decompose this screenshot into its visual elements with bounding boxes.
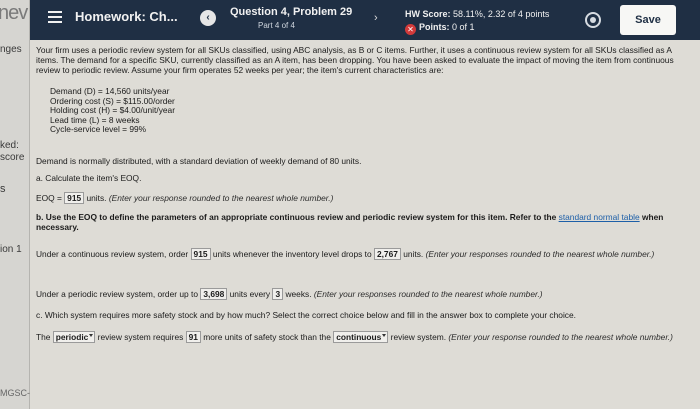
question-content: Your firm uses a periodic review system …: [30, 40, 700, 409]
per-target-input[interactable]: 3,698: [200, 288, 228, 300]
part-b-text: b. Use the EOQ to define the parameters …: [36, 212, 557, 222]
gear-icon[interactable]: [585, 12, 601, 28]
per-text: Under a periodic review system, order up…: [36, 289, 198, 299]
safety-stock-diff-input[interactable]: 91: [185, 331, 201, 343]
x-circle-icon: ✕: [405, 24, 416, 35]
save-button[interactable]: Save: [620, 5, 676, 35]
per-text-post: weeks.: [285, 289, 312, 299]
per-hint: (Enter your responses rounded to the nea…: [313, 289, 543, 299]
question-title: Question 4, Problem 29: [230, 6, 353, 18]
points-label: Points:: [419, 22, 450, 32]
points-value: 0 of 1: [452, 22, 475, 32]
per-text-mid: units every: [229, 289, 271, 299]
item-parameters: Demand (D) = 14,560 units/year Ordering …: [50, 86, 175, 135]
sidebar-fragment: score: [0, 152, 25, 163]
top-bar: Homework: Ch... ‹ Question 4, Problem 29…: [30, 0, 700, 40]
periodic-review-line: Under a periodic review system, order up…: [36, 288, 543, 300]
standard-normal-table-link[interactable]: standard normal table: [559, 212, 640, 222]
c-the: The: [36, 332, 51, 342]
part-b-prompt: b. Use the EOQ to define the parameters …: [36, 212, 676, 232]
previous-question-button[interactable]: ‹: [200, 10, 216, 26]
left-sidebar: nev nges ked: score s ion 1 MGSC-: [0, 0, 30, 409]
hw-score-value: 58.11%, 2.32 of 4 points: [453, 9, 550, 19]
cont-text: Under a continuous review system, order: [36, 249, 189, 259]
sidebar-fragment[interactable]: ion 1: [0, 244, 22, 255]
cont-order-qty-input[interactable]: 915: [190, 248, 211, 260]
homework-title[interactable]: Homework: Ch...: [75, 9, 178, 24]
cont-units: units.: [403, 249, 424, 259]
part-c-prompt: c. Which system requires more safety sto…: [36, 310, 576, 320]
eoq-hint: (Enter your response rounded to the near…: [108, 193, 334, 203]
param-service-level: Cycle-service level = 99%: [50, 124, 147, 134]
eoq-label: EOQ =: [36, 193, 62, 203]
sidebar-fragment: MGSC-: [0, 388, 30, 398]
sidebar-fragment: s: [0, 183, 6, 195]
cont-hint: (Enter your responses rounded to the nea…: [425, 249, 655, 259]
c-hint: (Enter your response rounded to the near…: [448, 332, 673, 342]
per-weeks-input[interactable]: 3: [272, 288, 284, 300]
part-c-answer-line: The periodic review system requires 91 m…: [36, 331, 676, 343]
system-dropdown-2[interactable]: continuous: [333, 331, 389, 343]
continuous-review-line: Under a continuous review system, order …: [36, 248, 676, 260]
cont-reorder-point-input[interactable]: 2,767: [373, 248, 401, 260]
cont-text-mid: units whenever the inventory level drops…: [212, 249, 372, 259]
sidebar-fragment-top: nev: [0, 2, 28, 24]
c-text-post: review system.: [390, 332, 447, 342]
points: ✕ Points: 0 of 1: [405, 22, 475, 35]
next-question-button[interactable]: ›: [374, 12, 378, 24]
eoq-units: units.: [86, 193, 107, 203]
sidebar-fragment: ked:: [0, 140, 19, 151]
demand-note: Demand is normally distributed, with a s…: [36, 156, 362, 166]
eoq-input[interactable]: 915: [64, 192, 85, 204]
menu-icon[interactable]: [48, 11, 62, 23]
problem-intro: Your firm uses a periodic review system …: [36, 45, 674, 75]
hw-score: HW Score: 58.11%, 2.32 of 4 points: [405, 9, 549, 19]
eoq-answer-line: EOQ = 915 units. (Enter your response ro…: [36, 192, 333, 204]
c-text-mid: review system requires: [97, 332, 184, 342]
hw-score-label: HW Score:: [405, 9, 451, 19]
part-a-prompt: a. Calculate the item's EOQ.: [36, 173, 142, 183]
system-dropdown-1[interactable]: periodic: [52, 331, 96, 343]
c-text-mid2: more units of safety stock than the: [203, 332, 331, 342]
sidebar-fragment: nges: [0, 44, 22, 55]
question-part: Part 4 of 4: [258, 21, 295, 30]
